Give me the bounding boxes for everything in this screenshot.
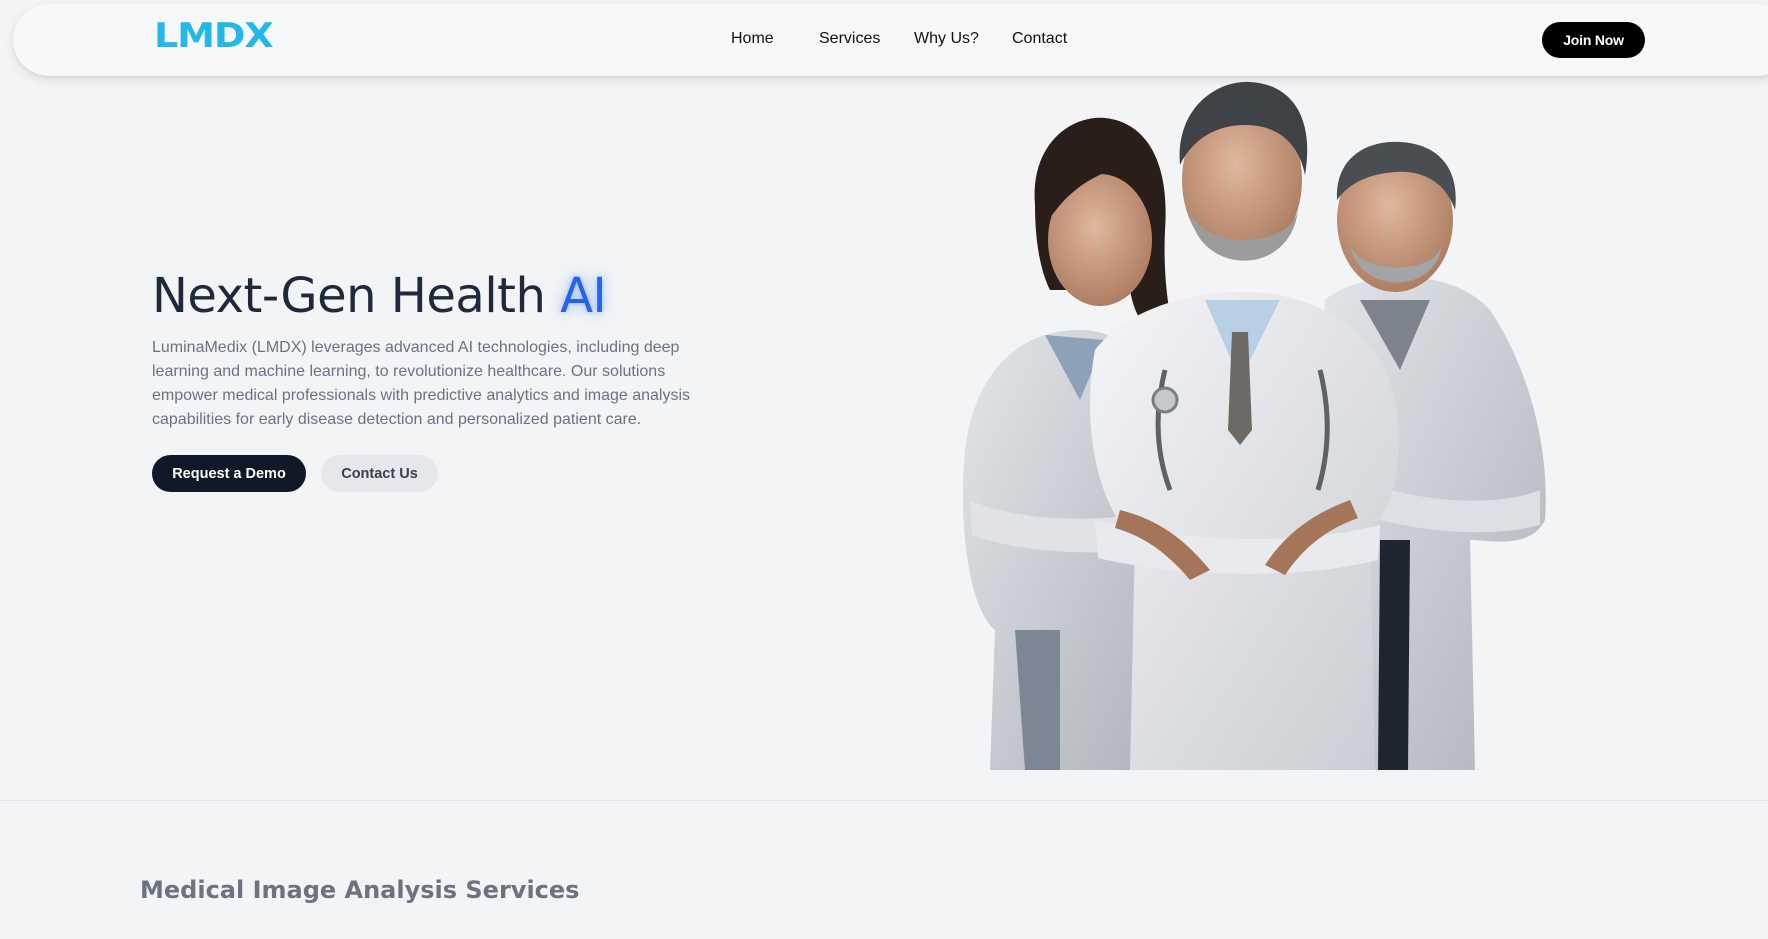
contact-us-button[interactable]: Contact Us — [321, 455, 438, 492]
navbar: LMDX Home Services Why Us? Contact Join … — [13, 4, 1768, 76]
nav-link-why-us[interactable]: Why Us? — [914, 30, 979, 48]
hero-description: LuminaMedix (LMDX) leverages advanced AI… — [152, 339, 691, 428]
nav-link-home[interactable]: Home — [731, 30, 774, 48]
hero-title-accent: AI — [560, 268, 607, 324]
nav-link-contact[interactable]: Contact — [1012, 30, 1067, 48]
nav-link-services[interactable]: Services — [819, 30, 880, 48]
join-now-button[interactable]: Join Now — [1542, 22, 1645, 58]
nav-links: Home Services Why Us? Contact — [13, 4, 1768, 76]
doctors-illustration — [963, 81, 1546, 770]
request-demo-button[interactable]: Request a Demo — [152, 455, 306, 492]
section-title: Medical Image Analysis Services — [140, 876, 580, 904]
hero-title: Next-Gen Health AI — [152, 268, 607, 324]
page: LMDX Home Services Why Us? Contact Join … — [0, 0, 1768, 939]
hero-title-main: Next-Gen Health — [152, 268, 546, 324]
section-divider — [0, 800, 1768, 801]
